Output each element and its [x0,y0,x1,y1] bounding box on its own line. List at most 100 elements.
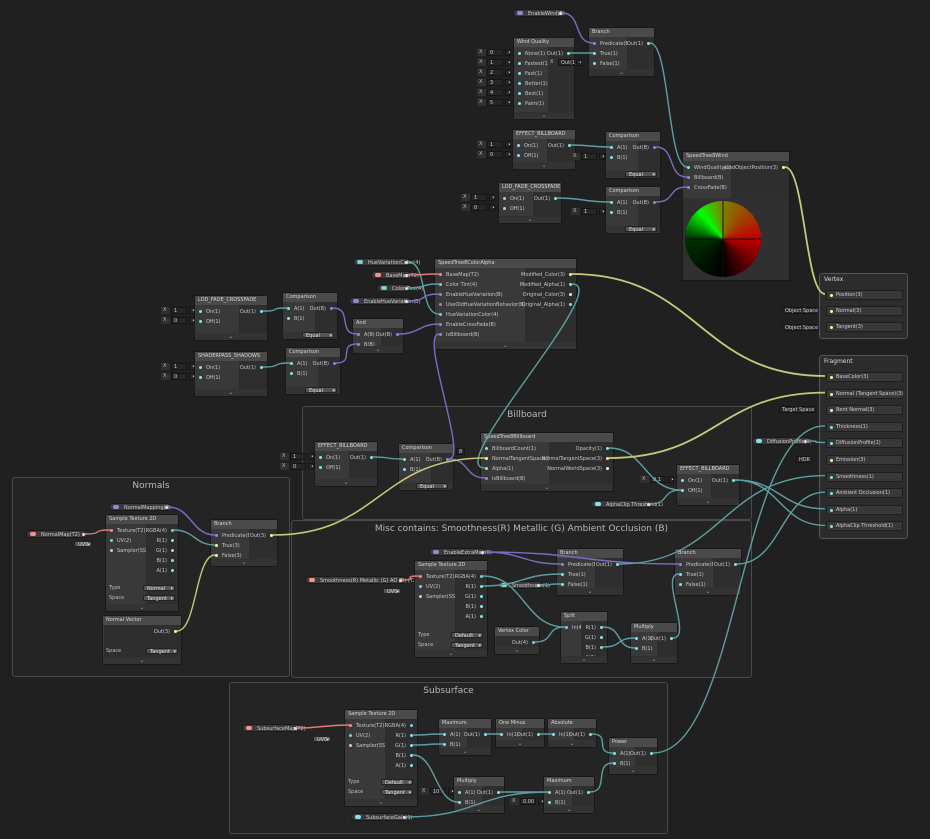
port-dot[interactable] [569,293,572,296]
input-port[interactable]: B(1) [287,315,305,323]
input-port[interactable]: BaseMap(T2) [439,271,479,279]
property-output-dot[interactable] [165,506,168,509]
billboard-count-field[interactable]: 8 [456,448,465,455]
output-port[interactable]: Out(B) [313,360,336,368]
input-port[interactable]: Off(1) [503,205,524,213]
output-port[interactable]: Out(3) [250,532,273,540]
input-port[interactable]: A(1) [403,456,421,464]
port-dot[interactable] [613,752,616,755]
port-dot[interactable] [610,211,613,214]
port-dot[interactable] [410,724,413,727]
port-dot[interactable] [503,197,506,200]
port-dot[interactable] [260,310,263,313]
port-dot[interactable] [732,479,735,482]
port-dot[interactable] [484,733,487,736]
port-dot[interactable] [635,637,638,640]
output-port[interactable]: Original_Alpha(1) [522,301,572,309]
collapse-chevron-icon[interactable]: ⌄ [544,806,594,813]
port-dot[interactable] [480,615,483,618]
slot-dot[interactable] [830,425,833,429]
node-branch_normal[interactable]: Branch Predicate(B) True(3) False(3) Out(3) ⌄ [210,519,278,567]
input-port[interactable]: Palm(1) [518,100,544,108]
port-dot[interactable] [687,186,690,189]
port-dot[interactable] [330,307,333,310]
value-field[interactable]: 4 [487,89,503,96]
port-dot[interactable] [554,197,557,200]
collapse-chevron-icon[interactable]: ⌄ [435,342,576,349]
port-dot[interactable] [687,166,690,169]
output-port[interactable]: Out(1) [627,40,650,48]
output-port[interactable]: RGBA(4) [455,573,483,581]
port-dot[interactable] [110,549,113,552]
port-dot[interactable] [349,734,352,737]
node-lod_fade_1[interactable]: LOD_FADE_CROSSFADE On(1) Off(1) Out(1) ⌄ [498,182,562,224]
port-dot[interactable] [270,534,273,537]
port-dot[interactable] [349,724,352,727]
input-port[interactable]: Better(1) [518,80,548,88]
output-port[interactable]: Out(1) [547,50,570,58]
port-dot[interactable] [518,102,521,105]
value-field[interactable]: 0.1 [650,476,666,483]
port-dot[interactable] [679,583,682,586]
collapse-chevron-icon[interactable]: ⌄ [561,656,607,663]
vertex-slot[interactable]: Position(3) [826,290,903,300]
input-port[interactable]: UV(2) [110,537,131,545]
output-port[interactable]: Out(B) [376,331,399,339]
input-port[interactable]: None(1) [518,50,545,58]
node-effect_billboard_3[interactable]: EFFECT_BILLBOARD On(1) Off(1) Out(1) ⌄ [676,464,740,506]
port-dot[interactable] [439,303,442,306]
output-port[interactable]: NormalTangentSpace(3) [542,455,609,463]
texture-type-select[interactable]: Default [381,779,413,786]
fragment-slot[interactable]: Ambient Occlusion(1) [826,488,903,499]
input-port[interactable]: Predicate(B) [679,561,717,569]
input-port[interactable]: A(1) [458,789,476,797]
property-normal_map_t[interactable]: NormalMap(T2) [26,530,88,538]
port-dot[interactable] [439,333,442,336]
port-dot[interactable] [439,273,442,276]
input-port[interactable]: UseOldHueVariationBehavior(B) [439,301,526,309]
input-port[interactable]: A(1) [443,731,461,739]
node-split[interactable]: SplitIn(4)R(1)G(1)B(1)A(1)⌄ [560,611,608,664]
collapse-chevron-icon[interactable]: ⌄ [211,559,277,566]
input-port[interactable]: True(3) [215,542,240,550]
collapse-chevron-icon[interactable]: ⌄ [548,740,596,747]
comparison-mode-select[interactable]: Equal [305,387,337,394]
output-port[interactable]: Opacity(1) [576,445,609,453]
output-port[interactable]: NormalWorldSpace(3) [547,465,609,473]
output-port[interactable]: Out(B) [310,305,333,313]
port-dot[interactable] [396,333,399,336]
output-port[interactable]: Out(1) [548,142,571,150]
node-vertex_color[interactable]: Vertex Color Out(4) ⌄ [494,626,540,655]
master-vertex-block[interactable]: Vertex Position(3) Normal(3) Tangent(3) [819,273,908,339]
port-dot[interactable] [548,791,551,794]
port-dot[interactable] [606,467,609,470]
collapse-chevron-icon[interactable]: ⌄ [345,799,417,806]
node-color_alpha[interactable]: SpeedTree8ColorAlpha BaseMap(T2) Color Tin… [434,258,577,350]
property-hue_color[interactable]: HueVariationColor(4) [353,258,420,266]
node-multiply_1[interactable]: Multiply A(1) B(1) Out(1) ⌄ [630,622,678,664]
value-field[interactable]: 1 [290,453,306,460]
input-port[interactable]: Off(1) [517,152,538,160]
input-port[interactable]: A(1) [287,305,305,313]
input-port[interactable]: Sampler(SS) [349,742,387,750]
input-port[interactable]: IsBillboard(B) [485,475,525,483]
port-dot[interactable] [518,62,521,65]
property-output-dot[interactable] [481,551,484,554]
fragment-slot[interactable]: Normal (Tangent Space)(3) [826,388,903,399]
port-dot[interactable] [480,595,483,598]
port-dot[interactable] [480,575,483,578]
output-port[interactable]: Out(3) [154,628,177,636]
port-dot[interactable] [568,144,571,147]
input-port[interactable]: True(1) [593,50,618,58]
input-port[interactable]: Alpha(1) [485,465,513,473]
slot-dot[interactable] [830,459,833,462]
output-port[interactable]: Out(1) [569,731,592,739]
property-diffusion_profile[interactable]: DiffusionProfile(1) [752,437,812,445]
input-port[interactable]: On(1) [517,142,538,150]
slot-dot[interactable] [830,442,833,446]
property-output-dot[interactable] [405,287,408,290]
port-dot[interactable] [532,641,535,644]
texture-type-select[interactable]: Normal [143,585,175,592]
property-output-dot[interactable] [399,579,402,582]
port-dot[interactable] [443,733,446,736]
